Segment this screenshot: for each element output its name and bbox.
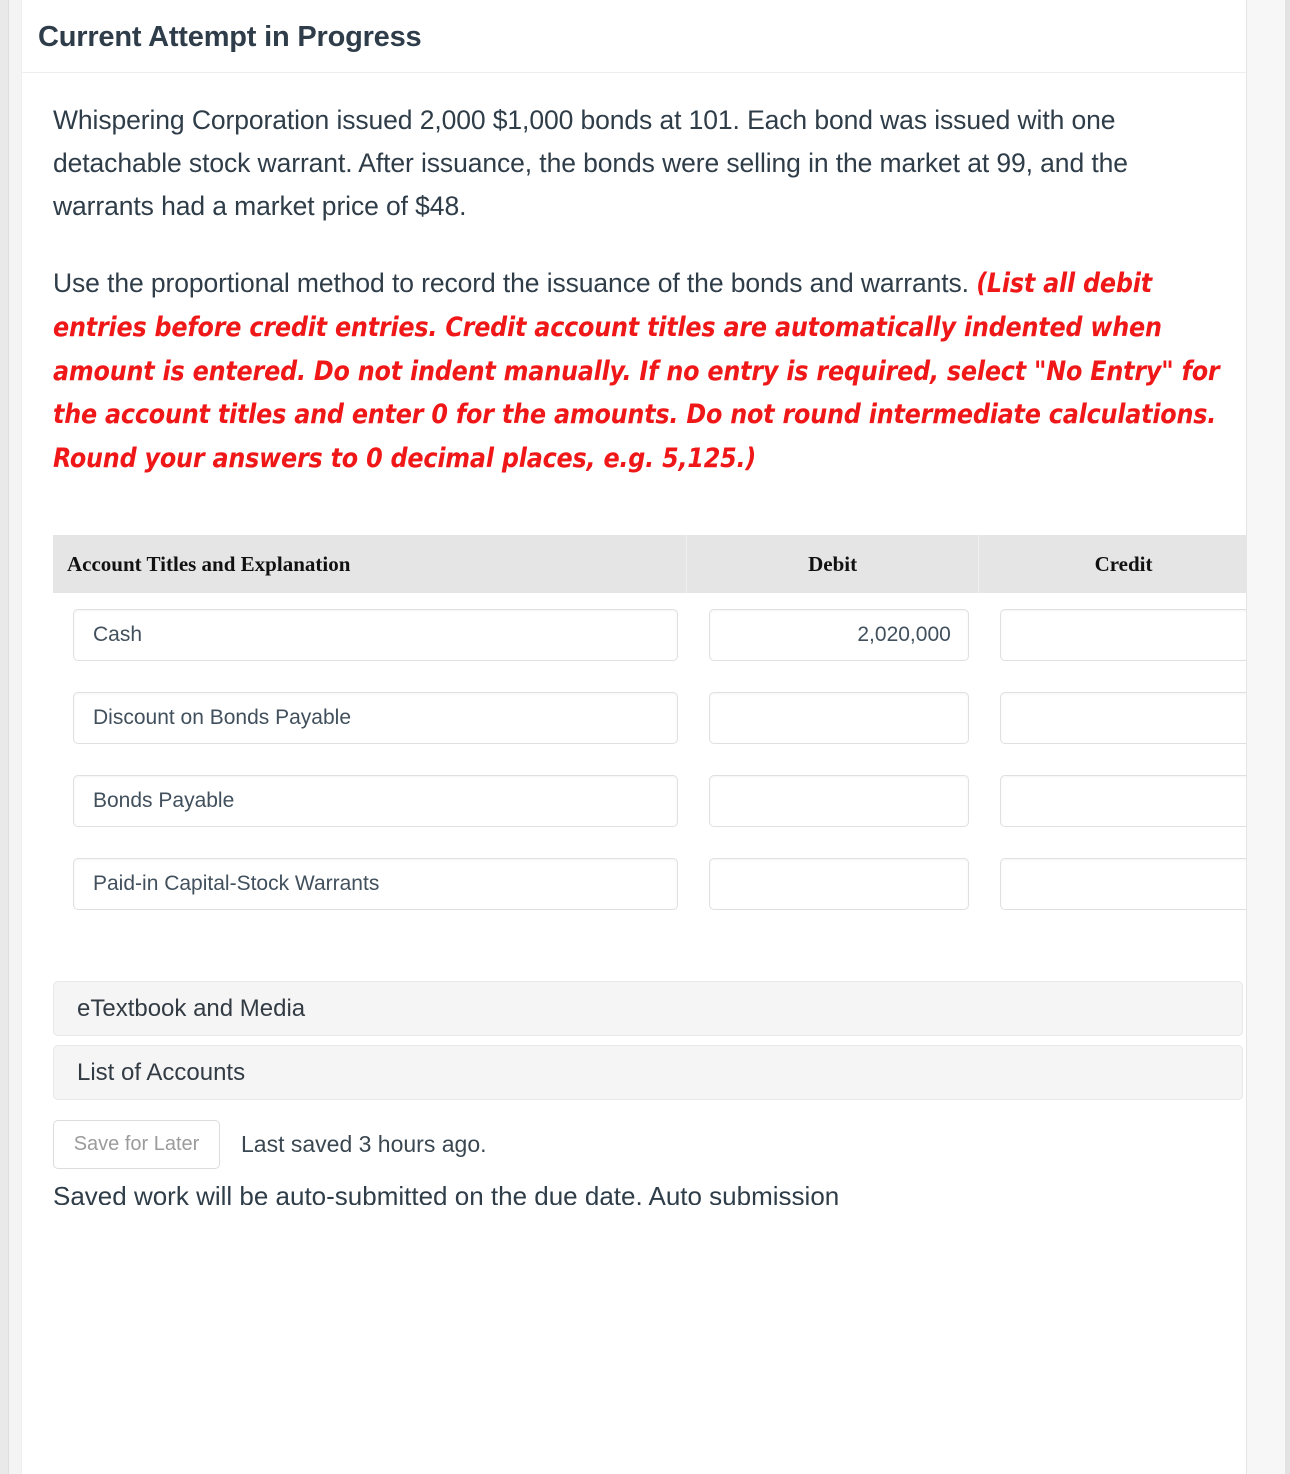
account-title-input-2[interactable]: Discount on Bonds Payable — [73, 691, 678, 744]
card-body: Whispering Corporation issued 2,000 $1,0… — [22, 73, 1246, 481]
left-gutter — [0, 0, 9, 1474]
column-header-account-titles: Account Titles and Explanation — [53, 535, 688, 594]
credit-amount-input-3[interactable] — [999, 774, 1260, 827]
cell-account: Paid-in Capital-Stock Warrants — [53, 857, 687, 910]
cell-account: Discount on Bonds Payable — [53, 691, 687, 744]
column-header-credit: Credit — [1094, 551, 1153, 576]
assignment-card: Current Attempt in Progress Whispering C… — [22, 0, 1268, 1474]
etextbook-and-media-panel[interactable]: eTextbook and Media — [53, 981, 1243, 1037]
credit-amount-input-4[interactable] — [999, 857, 1260, 910]
problem-instruction-note: (List all debit entries before credit en… — [53, 267, 1220, 475]
auto-submission-note: Saved work will be auto-submitted on the… — [53, 1183, 840, 1206]
cell-credit — [979, 774, 1268, 827]
cell-debit — [687, 857, 979, 910]
right-gutter — [1246, 0, 1290, 1474]
cell-account: Bonds Payable — [53, 774, 687, 827]
cell-credit — [979, 691, 1268, 744]
problem-paragraph-2-lead: Use the proportional method to record th… — [53, 267, 977, 298]
table-row: Bonds Payable — [53, 759, 1268, 842]
cell-credit — [979, 857, 1268, 910]
table-row: Cash 2,020,000 — [53, 593, 1268, 676]
column-header-debit: Debit — [687, 535, 980, 594]
page-title: Current Attempt in Progress — [38, 21, 422, 53]
list-of-accounts-panel[interactable]: List of Accounts — [53, 1045, 1243, 1101]
save-for-later-button[interactable]: Save for Later — [53, 1120, 220, 1170]
debit-amount-input-2[interactable] — [708, 691, 969, 744]
page-root: Current Attempt in Progress Whispering C… — [0, 0, 1290, 1474]
debit-amount-input-4[interactable] — [708, 857, 969, 910]
resource-panels: eTextbook and Media List of Accounts — [53, 981, 1243, 1101]
debit-amount-input-1[interactable]: 2,020,000 — [708, 608, 969, 661]
last-saved-status: Last saved 3 hours ago. — [241, 1131, 487, 1158]
problem-paragraph-2: Use the proportional method to record th… — [53, 262, 1226, 482]
journal-entry-table: Account Titles and Explanation Debit Cre… — [53, 535, 1268, 925]
account-title-input-4[interactable]: Paid-in Capital-Stock Warrants — [73, 857, 678, 910]
cell-debit: 2,020,000 — [687, 608, 979, 661]
credit-amount-input-1[interactable] — [999, 608, 1260, 661]
journal-header-row: Account Titles and Explanation Debit Cre… — [53, 535, 1268, 594]
card-header: Current Attempt in Progress — [22, 0, 1246, 73]
cell-debit — [687, 691, 979, 744]
cell-credit — [979, 608, 1268, 661]
account-title-input-3[interactable]: Bonds Payable — [73, 774, 678, 827]
problem-paragraph-1: Whispering Corporation issued 2,000 $1,0… — [53, 104, 1128, 221]
credit-amount-input-2[interactable] — [999, 691, 1260, 744]
page-scrollbar[interactable] — [1285, 0, 1290, 1474]
footer-bar: Save for Later Last saved 3 hours ago. — [53, 1120, 1246, 1170]
account-title-input-1[interactable]: Cash — [73, 608, 678, 661]
cell-debit — [687, 774, 979, 827]
cell-account: Cash — [53, 608, 687, 661]
table-row: Paid-in Capital-Stock Warrants — [53, 842, 1268, 925]
problem-statement: Whispering Corporation issued 2,000 $1,0… — [53, 99, 1226, 481]
debit-amount-input-3[interactable] — [708, 774, 969, 827]
table-row: Discount on Bonds Payable — [53, 676, 1268, 759]
